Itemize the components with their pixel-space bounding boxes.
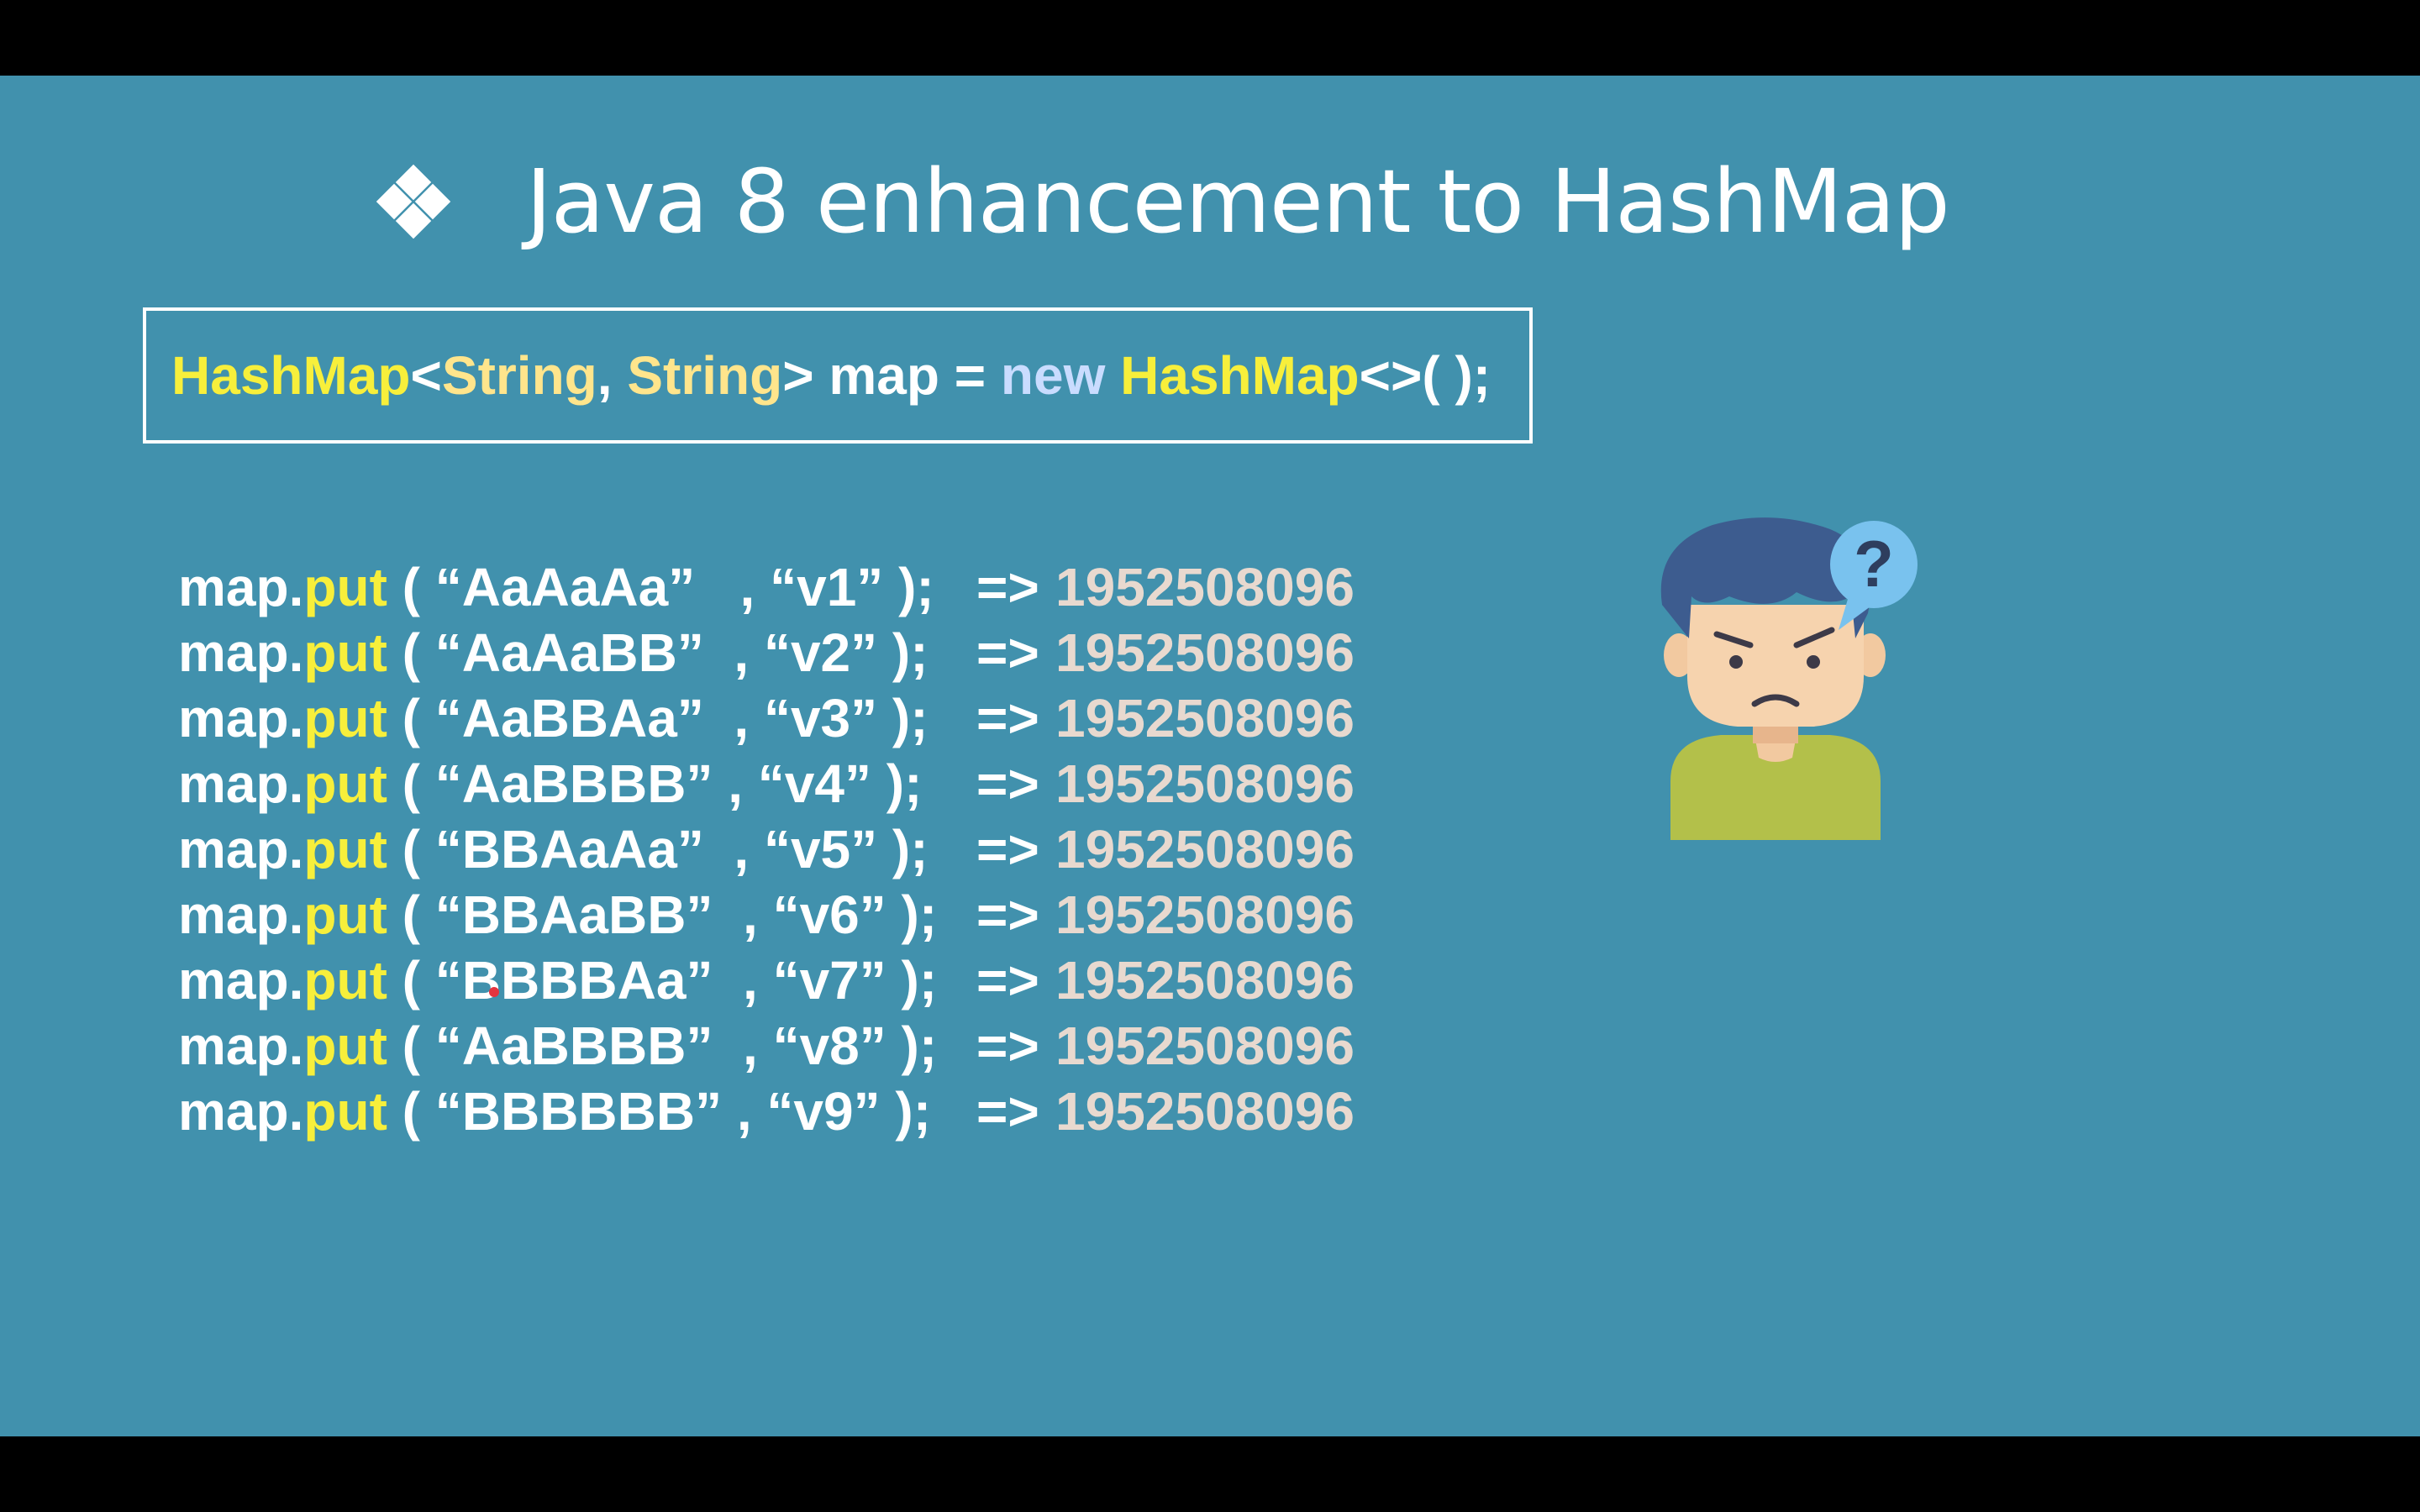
decl-open: < — [410, 345, 442, 406]
call-args: ( “AaBBBB” , “v8” ); — [387, 1016, 938, 1076]
call-method: put — [303, 819, 387, 879]
call-method: put — [303, 1016, 387, 1076]
call-hash: 1952508096 — [1055, 950, 1355, 1011]
call-args: ( “AaAaBB” , “v2” ); — [387, 622, 929, 683]
code-line: map.put ( “AaAaBB” , “v2” ); => 19525080… — [178, 620, 1355, 685]
call-hash: 1952508096 — [1055, 885, 1355, 945]
call-args: ( “BBAaAa” , “v5” ); — [387, 819, 929, 879]
call-prefix: map. — [178, 557, 304, 617]
call-hash: 1952508096 — [1055, 557, 1355, 617]
code-line: map.put ( “AaBBBB” , “v4” ); => 19525080… — [178, 751, 1355, 816]
call-method: put — [303, 1081, 387, 1142]
call-prefix: map. — [178, 753, 304, 814]
call-method: put — [303, 557, 387, 617]
decl-type: HashMap — [171, 345, 411, 406]
call-arrow: => — [976, 950, 1039, 1011]
decl-arg2: String — [627, 345, 783, 406]
call-hash: 1952508096 — [1055, 1016, 1355, 1076]
call-args: ( “AaAaAa” , “v1” ); — [387, 557, 934, 617]
call-prefix: map. — [178, 622, 304, 683]
decl-space — [1105, 344, 1120, 407]
decl-tail: <>( ); — [1359, 345, 1491, 406]
title-row: Java 8 enhancement to HashMap — [376, 118, 1950, 286]
call-prefix: map. — [178, 688, 304, 748]
call-args: ( “BBAaBB” , “v6” ); — [387, 885, 938, 945]
code-line: map.put ( “AaBBAa” , “v3” ); => 19525080… — [178, 685, 1355, 751]
slide-title: Java 8 enhancement to HashMap — [526, 150, 1950, 253]
call-hash: 1952508096 — [1055, 622, 1355, 683]
decl-comma: , — [597, 345, 628, 406]
confused-person-icon: ? — [1660, 517, 1918, 840]
decl-new-keyword: new — [1000, 345, 1106, 406]
call-prefix: map. — [178, 1016, 304, 1076]
cursor-dot — [489, 987, 499, 997]
call-arrow: => — [976, 688, 1039, 748]
code-line: map.put ( “BBBBAa” , “v7” ); => 19525080… — [178, 948, 1355, 1013]
declaration-box: HashMap < String, String > map = new HashMa… — [143, 307, 1533, 444]
diamond-bullet-icon — [376, 164, 451, 239]
call-method: put — [303, 622, 387, 683]
decl-ctor: HashMap — [1120, 345, 1360, 406]
call-arrow: => — [976, 753, 1039, 814]
call-arrow: => — [976, 1081, 1039, 1142]
call-method: put — [303, 753, 387, 814]
call-args: ( “BBBBBB” , “v9” ); — [387, 1081, 931, 1142]
call-hash: 1952508096 — [1055, 753, 1355, 814]
bubble-question-mark: ? — [1854, 527, 1894, 601]
call-args: ( “AaBBBB” , “v4” ); — [387, 753, 923, 814]
call-method: put — [303, 950, 387, 1011]
decl-arg1: String — [441, 345, 597, 406]
call-prefix: map. — [178, 885, 304, 945]
code-line: map.put ( “AaAaAa” , “v1” ); => 19525080… — [178, 554, 1355, 620]
call-arrow: => — [976, 1016, 1039, 1076]
call-arrow: => — [976, 622, 1039, 683]
call-prefix: map. — [178, 819, 304, 879]
call-method: put — [303, 885, 387, 945]
put-calls-list: map.put ( “AaAaAa” , “v1” ); => 19525080… — [178, 554, 1355, 1144]
call-args: ( “AaBBAa” , “v3” ); — [387, 688, 929, 748]
code-line: map.put ( “AaBBBB” , “v8” ); => 19525080… — [178, 1013, 1355, 1079]
code-line: map.put ( “BBAaBB” , “v6” ); => 19525080… — [178, 882, 1355, 948]
call-prefix: map. — [178, 950, 304, 1011]
decl-close-var: > map = — [782, 345, 1001, 406]
call-hash: 1952508096 — [1055, 1081, 1355, 1142]
call-arrow: => — [976, 819, 1039, 879]
call-hash: 1952508096 — [1055, 819, 1355, 879]
letterbox-bottom — [0, 1436, 2420, 1512]
call-method: put — [303, 688, 387, 748]
call-hash: 1952508096 — [1055, 688, 1355, 748]
slide: Java 8 enhancement to HashMap HashMap < St… — [0, 76, 2420, 1436]
call-arrow: => — [976, 557, 1039, 617]
code-line: map.put ( “BBBBBB” , “v9” ); => 19525080… — [178, 1079, 1355, 1144]
call-prefix: map. — [178, 1081, 304, 1142]
call-args: ( “BBBBAa” , “v7” ); — [387, 950, 938, 1011]
call-arrow: => — [976, 885, 1039, 945]
code-line: map.put ( “BBAaAa” , “v5” ); => 19525080… — [178, 816, 1355, 882]
